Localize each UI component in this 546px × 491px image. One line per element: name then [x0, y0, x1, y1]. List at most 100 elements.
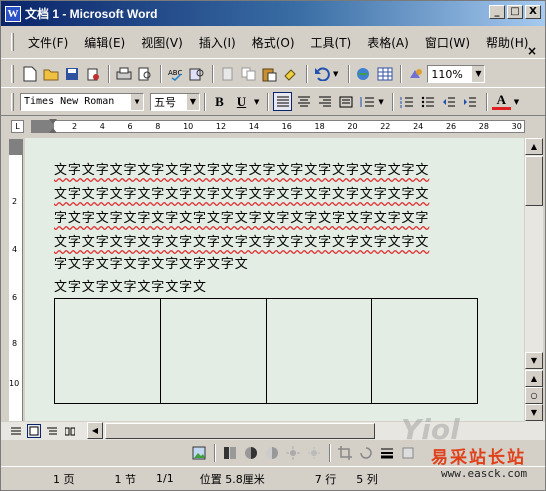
- increase-indent-icon[interactable]: [461, 92, 480, 111]
- text-line[interactable]: 字文字文字文字文字文字文字文字文字文字文字文字文字文字: [54, 207, 429, 226]
- font-color-button[interactable]: A: [491, 92, 511, 110]
- text-line[interactable]: 文字文字文字文字文字文: [54, 276, 207, 295]
- permission-icon[interactable]: [83, 65, 102, 84]
- table-cell[interactable]: [159, 298, 267, 404]
- outline-view-icon[interactable]: [45, 424, 59, 438]
- document-close-icon[interactable]: ×: [527, 44, 537, 58]
- font-dropdown-icon[interactable]: ▼: [130, 93, 143, 110]
- new-document-icon[interactable]: [20, 65, 39, 84]
- select-browse-object-icon[interactable]: ○: [525, 387, 543, 404]
- menu-window[interactable]: 窗口(W): [417, 34, 478, 51]
- menu-view[interactable]: 视图(V): [133, 34, 191, 51]
- numbering-icon[interactable]: [398, 92, 417, 111]
- document-page[interactable]: 文字文字文字文字文字文字文字文字文字文字文字文字文字文 文字文字文字文字文字文字…: [25, 138, 524, 421]
- menu-tools[interactable]: 工具(T): [303, 34, 360, 51]
- menu-table[interactable]: 表格(A): [359, 34, 417, 51]
- print-preview-icon[interactable]: [135, 65, 154, 84]
- scroll-left-icon[interactable]: ◀: [87, 422, 103, 439]
- font-color-dropdown-icon[interactable]: ▼: [514, 98, 519, 106]
- align-right-icon[interactable]: [315, 92, 334, 111]
- less-contrast-icon[interactable]: [262, 444, 281, 463]
- restore-button[interactable]: □: [507, 5, 523, 19]
- next-page-icon[interactable]: ▼: [525, 404, 543, 421]
- line-spacing-icon[interactable]: [357, 92, 376, 111]
- menu-format[interactable]: 格式(O): [244, 34, 303, 51]
- ruler-strip[interactable]: 2 4 6 8 10 12 14 16 18 20 22 24 26 28 30: [31, 119, 525, 133]
- text-line[interactable]: 文字文字文字文字文字文字文字文字文字文字文字文字文字文: [54, 231, 429, 250]
- toolbar-separator: [400, 65, 403, 83]
- line-style-icon[interactable]: [377, 444, 396, 463]
- toolbar-grip[interactable]: [11, 65, 14, 83]
- menu-edit[interactable]: 编辑(E): [76, 34, 133, 51]
- insert-table-icon[interactable]: [375, 65, 394, 84]
- undo-icon[interactable]: [312, 65, 331, 84]
- bold-button[interactable]: B: [210, 92, 229, 111]
- reading-view-icon[interactable]: [63, 424, 77, 438]
- rotate-icon[interactable]: [356, 444, 375, 463]
- hanging-indent-marker[interactable]: [49, 128, 57, 133]
- underline-dropdown-icon[interactable]: ▼: [254, 98, 259, 106]
- table-cell[interactable]: [265, 298, 373, 404]
- first-line-indent-marker[interactable]: [49, 119, 57, 124]
- text-line[interactable]: 文字文字文字文字文字文字文字文字文字文字文字文字文字文: [54, 159, 429, 178]
- font-name-combo[interactable]: Times New Roman ▼: [20, 92, 144, 111]
- compress-icon[interactable]: [398, 444, 417, 463]
- vruler-tick: 2: [12, 197, 18, 206]
- cut-icon[interactable]: [218, 65, 237, 84]
- table-cell[interactable]: [371, 298, 478, 404]
- toolbar-grip[interactable]: [11, 92, 14, 111]
- font-name-value: Times New Roman: [24, 96, 115, 107]
- scroll-thumb[interactable]: [525, 156, 543, 206]
- table-cell[interactable]: [54, 298, 161, 404]
- less-brightness-icon[interactable]: [304, 444, 323, 463]
- horizontal-scroll-thumb[interactable]: [105, 423, 375, 439]
- research-icon[interactable]: [187, 65, 206, 84]
- print-icon[interactable]: [114, 65, 133, 84]
- format-painter-icon[interactable]: [281, 65, 300, 84]
- align-justify-icon[interactable]: [273, 92, 293, 111]
- normal-view-icon[interactable]: [9, 424, 23, 438]
- minimize-button[interactable]: _: [489, 5, 505, 19]
- paste-icon[interactable]: [260, 65, 279, 84]
- open-folder-icon[interactable]: [41, 65, 60, 84]
- menu-grip[interactable]: [11, 33, 14, 51]
- vertical-ruler[interactable]: 2 4 6 8 10: [9, 139, 23, 421]
- align-center-icon[interactable]: [294, 92, 313, 111]
- distributed-align-icon[interactable]: [336, 92, 355, 111]
- spelling-icon[interactable]: ABC: [166, 65, 185, 84]
- underline-button[interactable]: U: [232, 92, 251, 111]
- menu-file[interactable]: 文件(F): [20, 34, 76, 51]
- menu-insert[interactable]: 插入(I): [191, 34, 244, 51]
- picture-color-icon[interactable]: [220, 444, 239, 463]
- zoom-dropdown-icon[interactable]: ▼: [471, 66, 485, 82]
- more-contrast-icon[interactable]: [241, 444, 260, 463]
- undo-dropdown-icon[interactable]: ▼: [333, 70, 338, 78]
- previous-page-icon[interactable]: ▲: [525, 370, 543, 387]
- scroll-down-icon[interactable]: ▼: [525, 352, 543, 369]
- close-button[interactable]: X: [525, 5, 541, 19]
- vertical-scrollbar[interactable]: ▲ ▼ ▲ ○ ▼: [525, 138, 543, 422]
- word-app-icon[interactable]: W: [5, 5, 21, 22]
- size-dropdown-icon[interactable]: ▼: [186, 93, 199, 110]
- table-row: [54, 298, 478, 404]
- document-map-icon[interactable]: [406, 65, 425, 84]
- crop-icon[interactable]: [335, 444, 354, 463]
- bullets-icon[interactable]: [419, 92, 438, 111]
- page-view-icon[interactable]: [27, 424, 41, 438]
- document-table[interactable]: [54, 298, 478, 404]
- scroll-up-icon[interactable]: ▲: [525, 138, 543, 155]
- copy-icon[interactable]: [239, 65, 258, 84]
- text-line[interactable]: 字文字文字文字文字文字文字文: [54, 253, 249, 272]
- brightness-icon[interactable]: [283, 444, 302, 463]
- zoom-combo[interactable]: 110% ▼: [427, 65, 486, 83]
- save-icon[interactable]: [62, 65, 81, 84]
- decrease-indent-icon[interactable]: [440, 92, 459, 111]
- insert-picture-icon[interactable]: [189, 444, 208, 463]
- hyperlink-icon[interactable]: [354, 65, 373, 84]
- horizontal-scrollbar[interactable]: ◀: [1, 422, 545, 440]
- tab-selector-icon[interactable]: L: [11, 120, 24, 133]
- text-line[interactable]: 文字文字文字文字文字文字文字文字文字文字文字文字文字文: [54, 183, 429, 202]
- watermark-url: www.easck.com: [441, 467, 528, 480]
- line-spacing-dropdown-icon[interactable]: ▼: [378, 98, 383, 106]
- font-size-combo[interactable]: 五号 ▼: [150, 92, 200, 111]
